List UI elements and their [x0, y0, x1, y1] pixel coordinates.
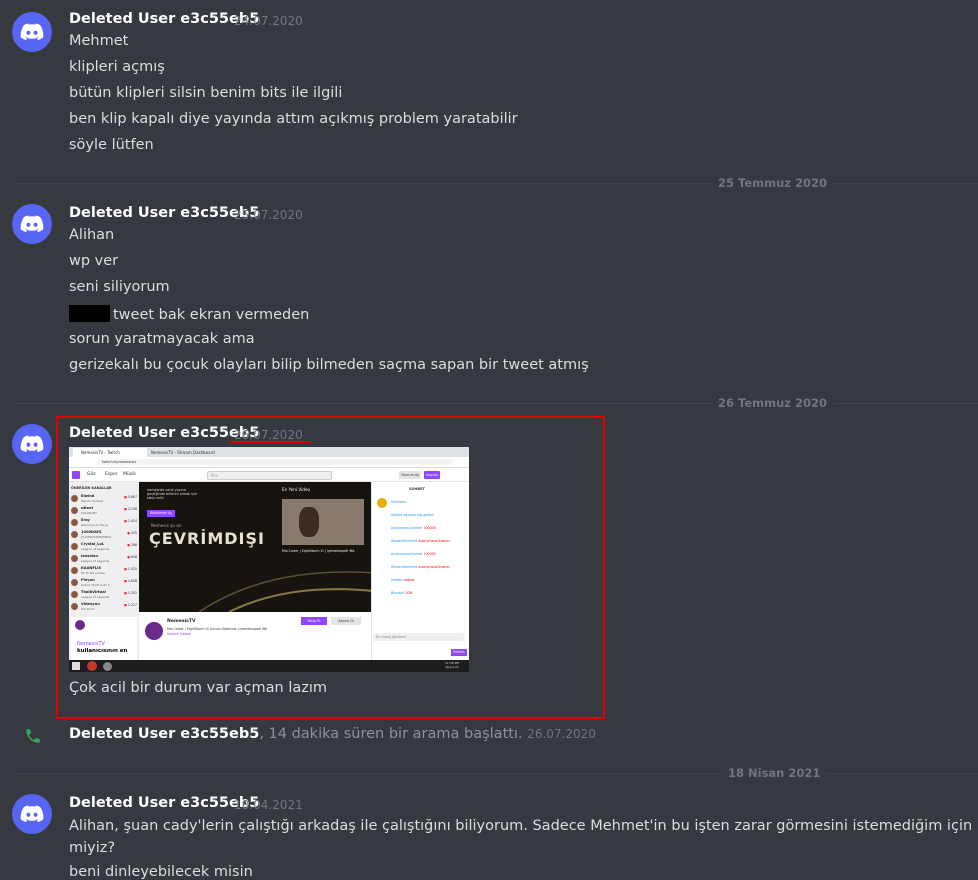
username[interactable]: Deleted User e3c55eb5: [69, 795, 259, 811]
username[interactable]: Deleted User e3c55eb5: [69, 205, 259, 221]
message-line: klipleri açmış: [69, 59, 165, 75]
avatar[interactable]: [12, 204, 52, 244]
message-line: wp ver: [69, 253, 119, 269]
message-line: Mehmet: [69, 33, 129, 49]
avatar[interactable]: [12, 794, 52, 834]
timestamp: 24.07.2020: [234, 14, 303, 28]
message-line: Alihan: [69, 227, 115, 243]
message-text: tweet bak ekran vermeden: [113, 307, 310, 323]
message-line: ben klip kapalı diye yayında attım açıkm…: [69, 111, 518, 127]
discord-logo-icon: [20, 23, 44, 41]
message-line: seni siliyorum: [69, 279, 170, 295]
call-message: Deleted User e3c55eb5, 14 dakika süren b…: [69, 726, 596, 742]
call-text: , 14 dakika süren bir arama başlattı.: [259, 726, 523, 742]
username[interactable]: Deleted User e3c55eb5: [69, 726, 259, 742]
message-line: söyle lütfen: [69, 137, 154, 153]
discord-logo-icon: [20, 215, 44, 233]
date-divider: [14, 403, 978, 404]
date-divider: [14, 773, 978, 774]
phone-icon: [24, 727, 42, 749]
username[interactable]: Deleted User e3c55eb5: [69, 11, 259, 27]
message-line: miyiz?: [69, 840, 116, 856]
message-line: gerizekalı bu çocuk olayları bilip bilme…: [69, 357, 589, 373]
timestamp: 25.07.2020: [234, 208, 303, 222]
date-divider-label: 25 Temmuz 2020: [712, 176, 833, 190]
date-divider-label: 18 Nisan 2021: [722, 766, 827, 780]
message-line: Alihan, şuan cady'lerin çalıştığı arkada…: [69, 818, 978, 834]
redaction-box: [69, 305, 110, 322]
discord-logo-icon: [20, 805, 44, 823]
message-line: beni dinleyebilecek misin: [69, 864, 253, 880]
avatar[interactable]: [12, 424, 52, 464]
avatar[interactable]: [12, 12, 52, 52]
message-line-redacted: tweet bak ekran vermeden: [69, 305, 309, 323]
message-line: bütün klipleri silsin benim bits ile ilg…: [69, 85, 343, 101]
red-highlight-box: [56, 416, 605, 719]
message-line: sorun yaratmayacak ama: [69, 331, 255, 347]
discord-logo-icon: [20, 435, 44, 453]
timestamp: 26.07.2020: [527, 727, 596, 741]
timestamp: 18.04.2021: [234, 798, 303, 812]
date-divider: [14, 183, 978, 184]
date-divider-label: 26 Temmuz 2020: [712, 396, 833, 410]
